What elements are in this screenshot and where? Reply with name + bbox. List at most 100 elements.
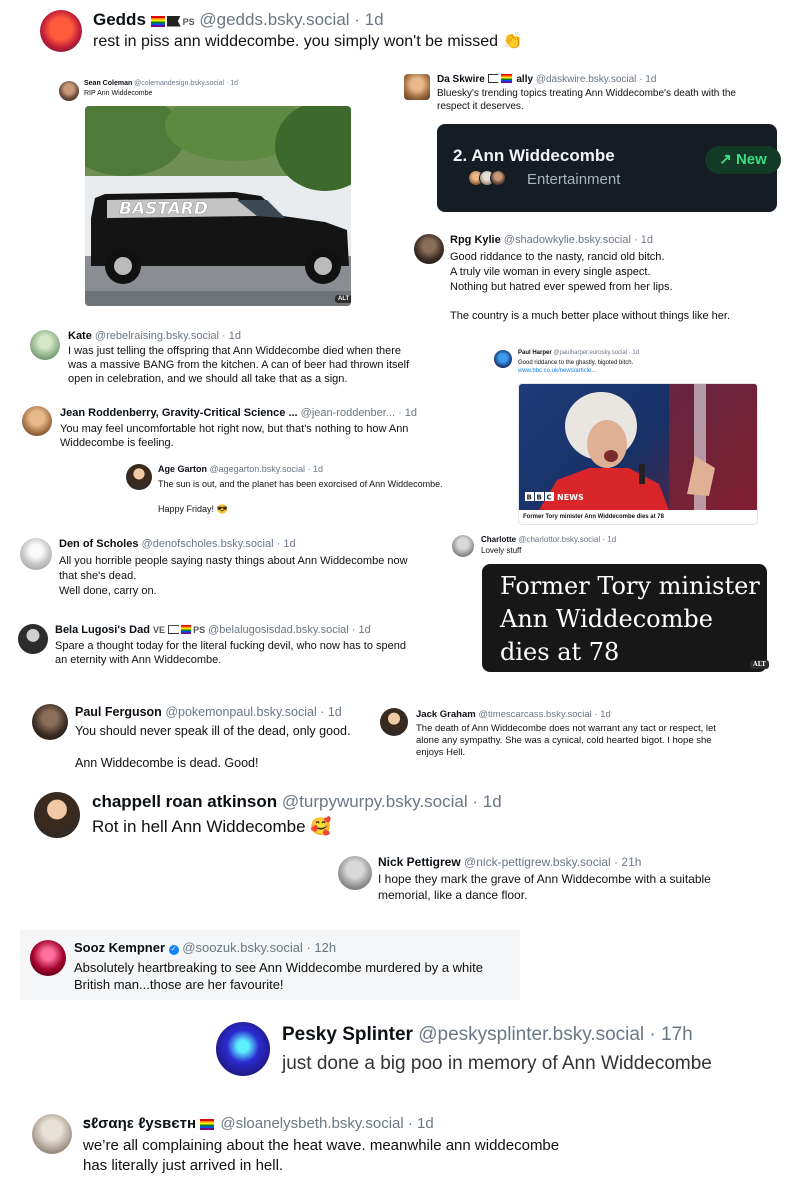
author-handle[interactable]: @paulharper.eurosky.social · 1d [553, 350, 639, 356]
post-text: just done a big poo in memory of Ann Wid… [282, 1053, 712, 1074]
alt-badge[interactable]: ALT [750, 660, 769, 669]
post-header: Sean Coleman @colemandesign.bsky.social … [84, 80, 238, 87]
avatar[interactable] [338, 856, 372, 890]
alt-badge[interactable]: ALT [335, 295, 351, 303]
author-handle[interactable]: @shadowkylie.bsky.social · 1d [504, 234, 653, 246]
author-handle[interactable]: @nick-pettigrew.bsky.social · 21h [464, 855, 641, 869]
trending-card[interactable]: 2. Ann Widdecombe Entertainment ↗ New [437, 124, 781, 212]
avatar[interactable] [18, 624, 48, 654]
post-paul-harper: Paul Harper @paulharper.eurosky.social ·… [492, 346, 768, 528]
author-name[interactable]: Sooz Kempner [74, 940, 165, 955]
post-jean-roddenberry: Jean Roddenberry, Gravity-Critical Scien… [18, 400, 438, 456]
ps-tag: PS [193, 625, 206, 635]
avatar[interactable] [380, 708, 408, 736]
author-name[interactable]: Den of Scholes [59, 538, 138, 550]
avatar[interactable] [30, 330, 60, 360]
text-line: was a massive BANG from the kitchen. A c… [68, 358, 410, 371]
author-handle[interactable]: @colemandesign.bsky.social · 1d [134, 80, 238, 87]
post-text: Bluesky's trending topics treating Ann W… [437, 88, 787, 113]
post-text: You may feel uncomfortable hot right now… [60, 423, 440, 451]
author-name[interactable]: Rpg Kylie [450, 234, 501, 246]
author-name[interactable]: Nick Pettigrew [378, 855, 461, 869]
text-line: A truly vile woman in every single aspec… [450, 265, 651, 278]
avatar[interactable] [32, 1114, 72, 1154]
avatar[interactable] [404, 74, 430, 100]
rainbow-flag-icon [200, 1118, 215, 1130]
author-name-suffix: ally [516, 74, 534, 86]
author-name[interactable]: Kate [68, 330, 92, 342]
author-handle[interactable]: @gedds.bsky.social · 1d [199, 10, 383, 29]
avatar[interactable] [452, 535, 474, 557]
author-name[interactable]: Charlotte [481, 535, 516, 544]
author-name[interactable]: Pesky Splinter [282, 1024, 413, 1045]
avatar[interactable] [22, 406, 52, 436]
text-line: memorial, like a dance floor. [378, 887, 528, 902]
author-handle[interactable]: @daskwire.bsky.social · 1d [536, 74, 657, 85]
post-header: Da Skwire ally @daskwire.bsky.social · 1… [437, 74, 656, 85]
outline-flag-icon [168, 625, 180, 635]
author-name[interactable]: Bela Lugosi's Dad [55, 624, 150, 636]
post-header: Kate @rebelraising.bsky.social · 1d [68, 330, 241, 342]
text-line: Well done, carry on. [59, 584, 157, 597]
avatar[interactable] [40, 10, 82, 52]
author-name[interactable]: Gedds [93, 10, 146, 29]
avatar[interactable] [494, 350, 512, 368]
post-text: Absolutely heartbreaking to see Ann Widd… [74, 960, 514, 994]
avatar[interactable] [34, 792, 80, 838]
author-name[interactable]: Jean Roddenberry, Gravity-Critical Scien… [60, 407, 298, 419]
author-name[interactable]: ꜱℓσαηε ℓуѕвєтн [83, 1115, 196, 1132]
author-handle[interactable]: @rebelraising.bsky.social · 1d [95, 330, 241, 342]
avatar[interactable] [414, 234, 444, 264]
avatar[interactable] [32, 704, 68, 740]
flag-icons [200, 1116, 216, 1133]
author-name[interactable]: Paul Harper [518, 350, 552, 356]
author-handle[interactable]: @pokemonpaul.bsky.social · 1d [165, 705, 341, 719]
author-name[interactable]: Jack Graham [416, 709, 476, 720]
post-link[interactable]: www.bbc.co.uk/news/article... [518, 368, 596, 376]
text-line: that she's dead. [59, 569, 137, 582]
quote-image-card[interactable]: Former Tory minister Ann Widdecombe dies… [482, 564, 769, 672]
author-handle[interactable]: @denofscholes.bsky.social · 1d [142, 538, 296, 550]
avatar[interactable] [20, 538, 52, 570]
hearse-photo[interactable]: BASTARD ALT [85, 106, 351, 306]
text-line: enjoys Hell. [416, 747, 466, 759]
text-line: The country is a much better place witho… [450, 309, 731, 322]
author-handle[interactable]: @jean-roddenber... · 1d [301, 407, 417, 419]
post-nick-pettigrew: Nick Pettigrew @nick-pettigrew.bsky.soci… [334, 850, 754, 906]
author-handle[interactable]: @agegarton.bsky.social · 1d [210, 464, 324, 474]
avatar[interactable] [30, 940, 66, 976]
author-name[interactable]: chappell roan atkinson [92, 792, 277, 811]
author-handle[interactable]: @belalugosisdad.bsky.social · 1d [208, 624, 371, 636]
avatar[interactable] [126, 464, 152, 490]
text-line: Widdecombe is feeling. [60, 436, 174, 449]
trending-rank-title: 2. Ann Widdecombe [453, 146, 615, 165]
post-header: ꜱℓσαηε ℓуѕвєтн @sloanelysbeth.bsky.socia… [83, 1114, 434, 1133]
post-header: chappell roan atkinson @turpywurpy.bsky.… [92, 792, 502, 812]
author-handle[interactable]: @timescarcass.bsky.social · 1d [478, 709, 610, 720]
post-text: Good riddance to the nasty, rancid old b… [450, 250, 790, 324]
author-name[interactable]: Age Garton [158, 464, 207, 474]
post-text: The sun is out, and the planet has been … [158, 478, 478, 515]
quote-line: dies at 78 [500, 638, 620, 667]
avatar[interactable] [59, 81, 79, 101]
hearse-image: BASTARD [85, 106, 351, 306]
text-line: The sun is out, and the planet has been … [158, 479, 443, 489]
news-link-card[interactable]: B B C NEWS Former Tory minister Ann Widd… [518, 383, 758, 525]
author-handle[interactable]: @sloanelysbeth.bsky.social · 1d [220, 1115, 433, 1132]
avatar[interactable] [216, 1022, 270, 1076]
author-handle[interactable]: @charlottor.bsky.social · 1d [518, 535, 616, 544]
author-name[interactable]: Da Skwire [437, 74, 485, 85]
text-line: Nothing but hatred ever spewed from her … [450, 280, 673, 293]
author-name[interactable]: Sean Coleman [84, 80, 132, 87]
post-header: Paul Ferguson @pokemonpaul.bsky.social ·… [75, 705, 342, 719]
quote-text: Former Tory minister Ann Widdecombe dies… [500, 570, 760, 669]
author-handle[interactable]: @turpywurpy.bsky.social · 1d [282, 792, 502, 811]
rainbow-flag-icon [500, 74, 512, 83]
rainbow-flag-icon [181, 625, 192, 635]
author-handle[interactable]: @peskysplinter.bsky.social · 17h [418, 1024, 693, 1045]
post-text: The death of Ann Widdecombe does not war… [416, 723, 770, 759]
author-handle[interactable]: @soozuk.bsky.social · 12h [182, 940, 336, 955]
post-header: Age Garton @agegarton.bsky.social · 1d [158, 464, 323, 474]
author-name[interactable]: Paul Ferguson [75, 705, 162, 719]
